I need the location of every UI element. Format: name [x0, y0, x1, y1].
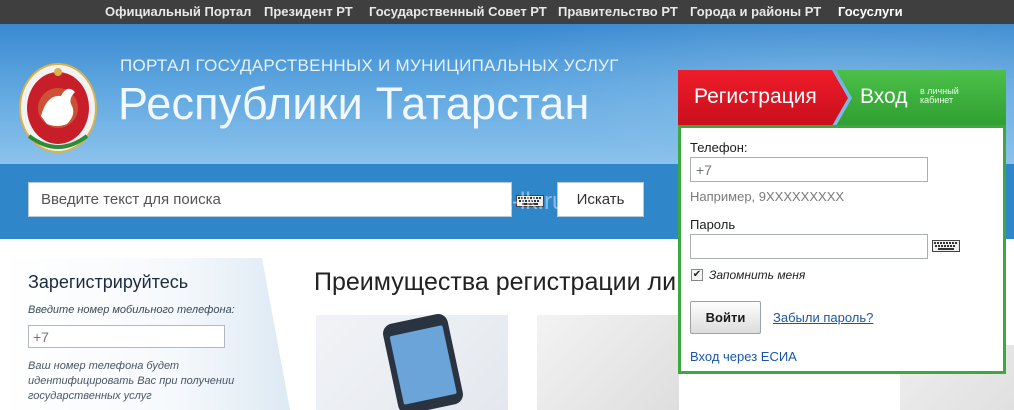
register-panel-note: Ваш номер телефона будет идентифицироват…	[28, 360, 235, 402]
nav-official-portal[interactable]: Официальный Портал	[105, 4, 251, 19]
login-button[interactable]: Войти	[690, 301, 761, 334]
tab-register-label: Регистрация	[694, 85, 817, 108]
tab-login-sublabel: в личный кабинет	[920, 86, 959, 105]
nav-government[interactable]: Правительство РТ	[558, 4, 678, 19]
phone-label: Телефон:	[690, 140, 748, 155]
register-phone-input[interactable]	[28, 325, 225, 348]
remember-checkbox[interactable]: ✔	[691, 269, 703, 281]
auth-panel: Вход в личный кабинет Регистрация Телефо…	[678, 70, 1006, 374]
esia-login-link[interactable]: Вход через ЕСИА	[690, 349, 797, 364]
nav-cities-districts[interactable]: Города и районы РТ	[690, 4, 821, 19]
benefits-title: Преимущества регистрации ли	[314, 268, 677, 296]
forgot-password-link[interactable]: Забыли пароль?	[773, 310, 873, 325]
tatarstan-emblem-icon[interactable]	[17, 54, 99, 162]
nav-president[interactable]: Президент РТ	[264, 4, 353, 19]
keyboard-icon[interactable]	[932, 240, 960, 252]
tab-login-label: Вход	[860, 85, 908, 108]
remember-me[interactable]: ✔ Запомнить меня	[691, 268, 805, 282]
phone-field[interactable]	[690, 157, 928, 182]
remember-label: Запомнить меня	[709, 268, 806, 282]
register-panel-hint: Введите номер мобильного телефона:	[28, 304, 235, 316]
benefit-image-camera	[537, 315, 679, 410]
password-label: Пароль	[690, 217, 736, 232]
password-field[interactable]	[690, 234, 928, 259]
login-form: Телефон: Например, 9XXXXXXXXX Пароль ✔ З…	[678, 125, 1006, 374]
search-button[interactable]: Искать	[557, 182, 644, 217]
header-title[interactable]: Республики Татарстан	[118, 78, 590, 130]
watermark: gosuslugi-rt-lk.ru	[388, 188, 566, 215]
tab-login[interactable]: Вход в личный кабинет	[836, 70, 1006, 126]
phone-example: Например, 9XXXXXXXXX	[690, 189, 845, 204]
register-panel-title: Зарегистрируйтесь	[28, 272, 189, 292]
nav-state-council[interactable]: Государственный Совет РТ	[369, 4, 547, 19]
tab-register[interactable]: Регистрация	[678, 70, 848, 126]
top-navigation: Официальный Портал Президент РТ Государс…	[0, 0, 1014, 24]
nav-gosuslugi[interactable]: Госуслуги	[838, 4, 903, 19]
header-subtitle: ПОРТАЛ ГОСУДАРСТВЕННЫХ И МУНИЦИПАЛЬНЫХ У…	[120, 56, 619, 75]
